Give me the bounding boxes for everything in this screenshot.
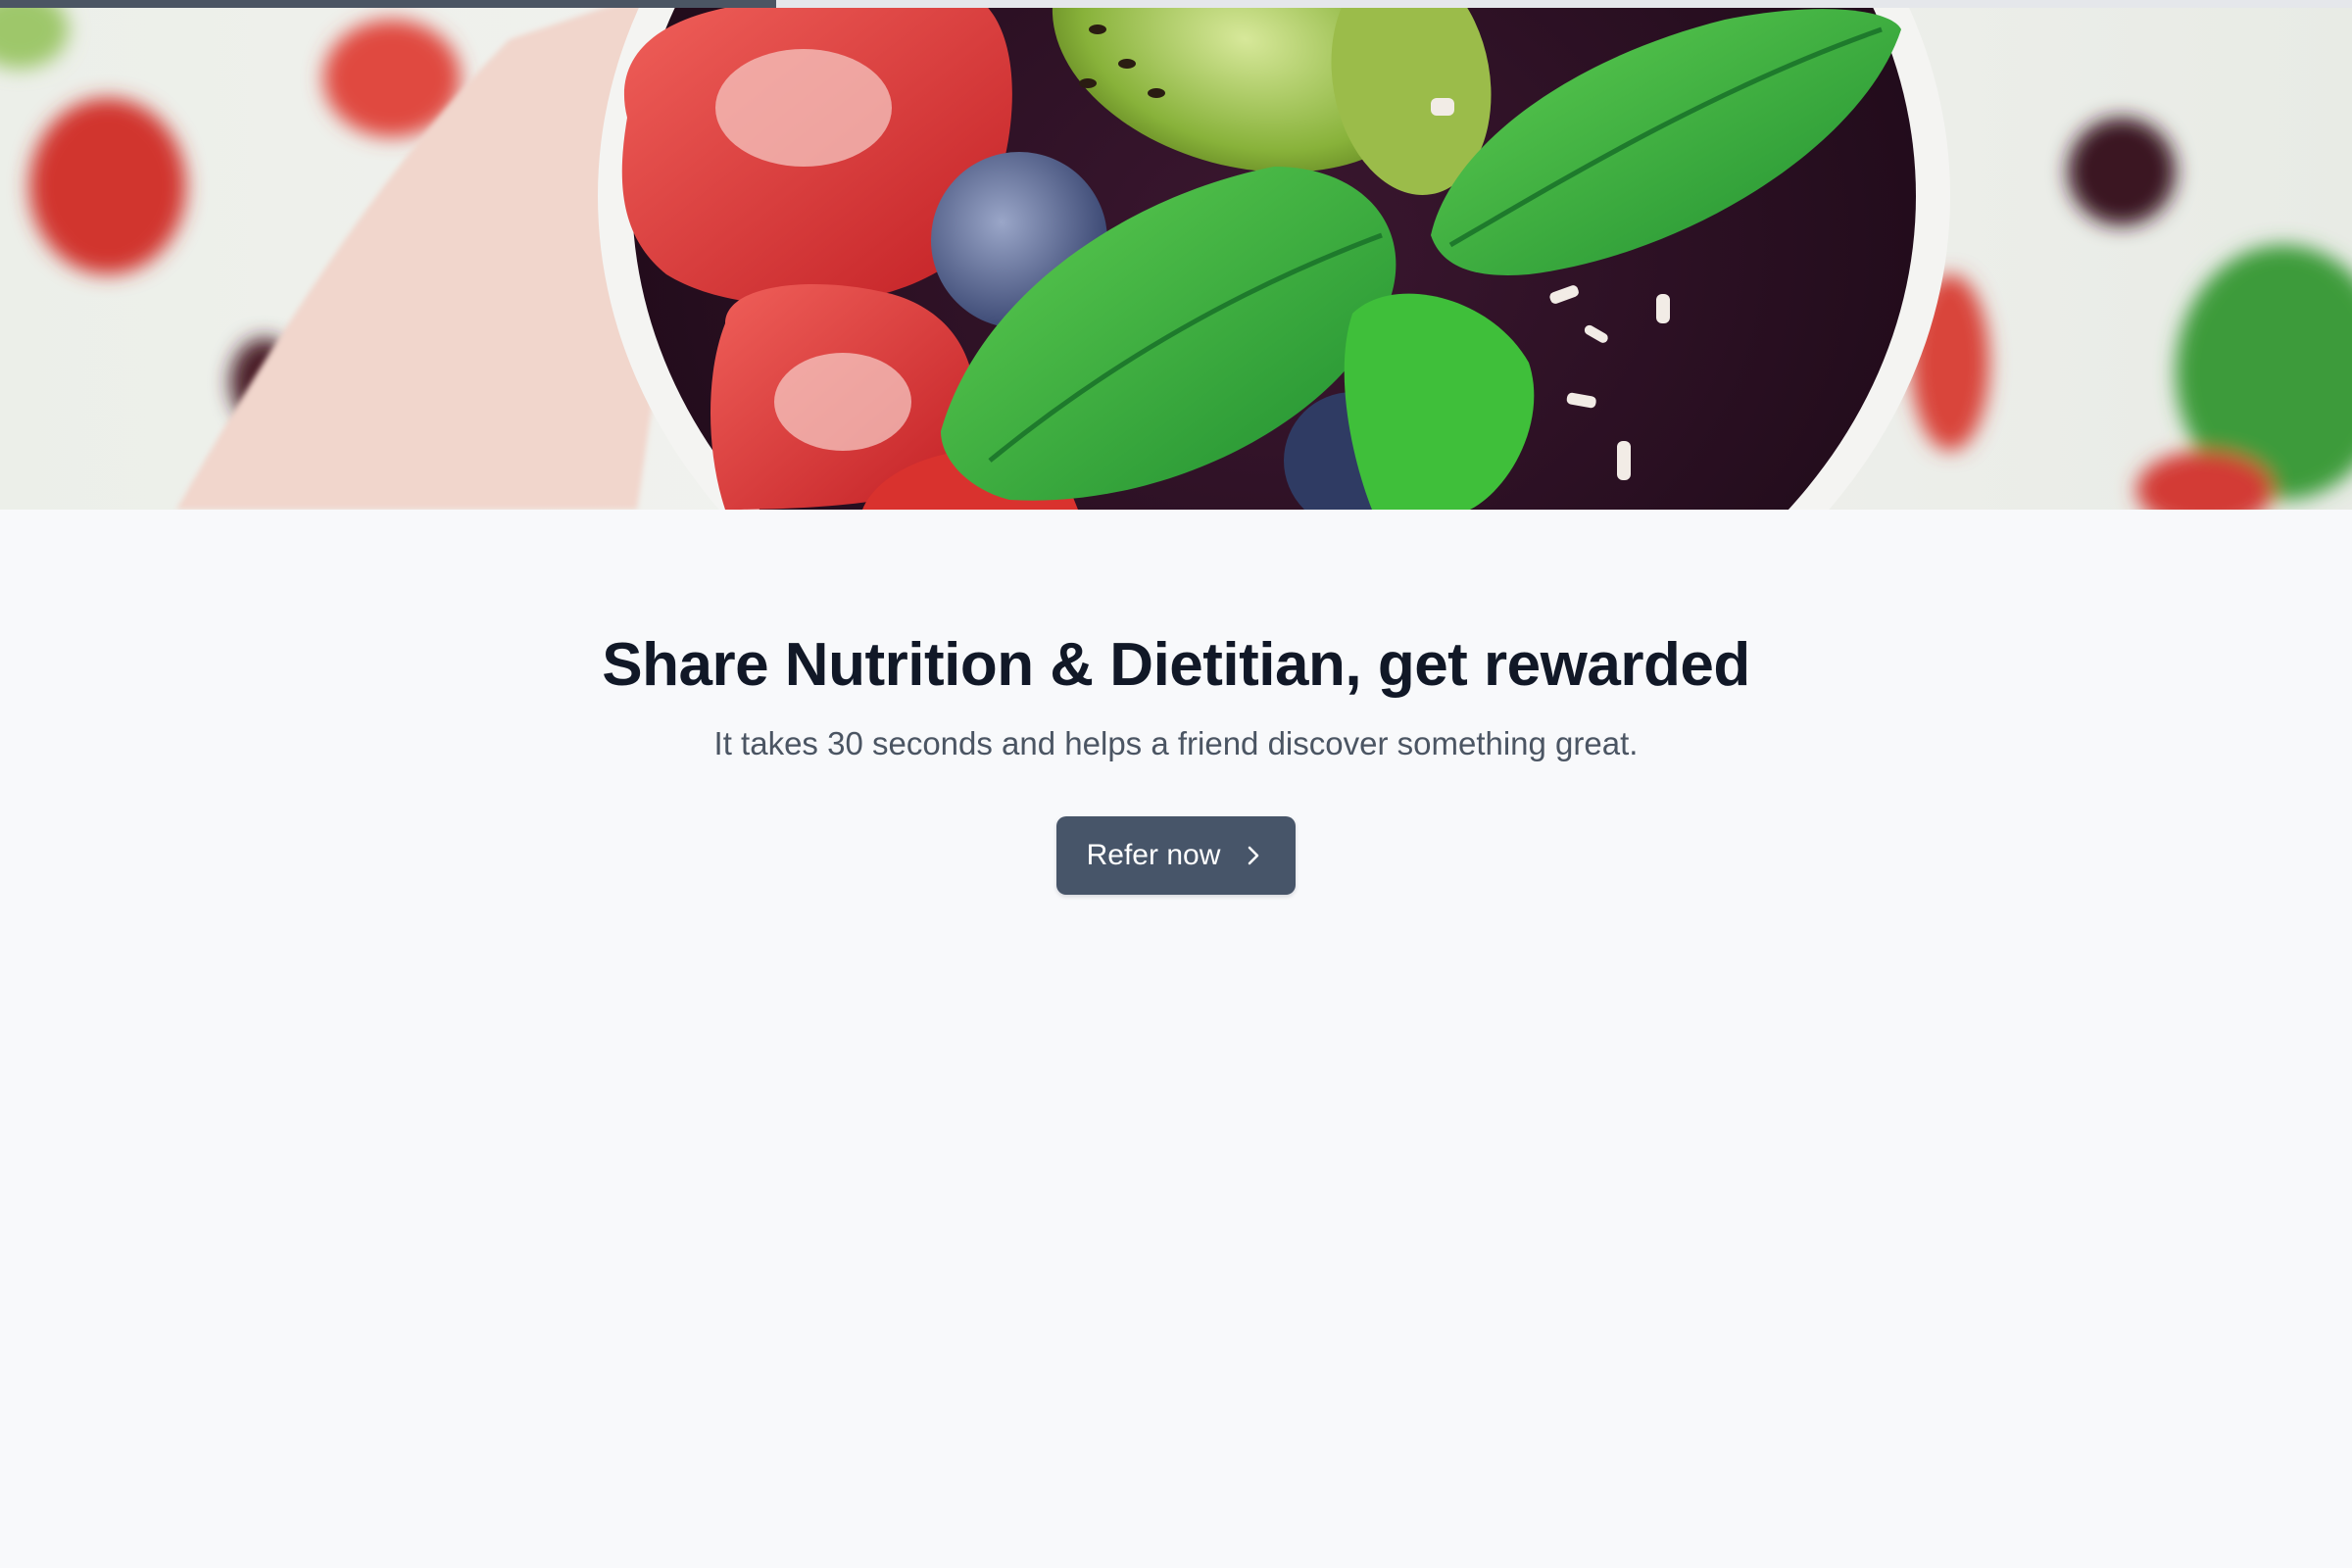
referral-content: Share Nutrition & Dietitian, get rewarde… (0, 510, 2352, 896)
progress-bar (0, 0, 2352, 8)
chevron-right-icon (1249, 846, 1259, 865)
progress-bar-fill (0, 0, 776, 8)
hero-image (0, 0, 2352, 510)
referral-page: Share Nutrition & Dietitian, get rewarde… (0, 0, 2352, 1568)
page-subtitle: It takes 30 seconds and helps a friend d… (713, 725, 1639, 762)
page-title: Share Nutrition & Dietitian, get rewarde… (602, 631, 1750, 699)
refer-now-button[interactable]: Refer now (1056, 816, 1296, 896)
refer-now-label: Refer now (1086, 839, 1221, 872)
